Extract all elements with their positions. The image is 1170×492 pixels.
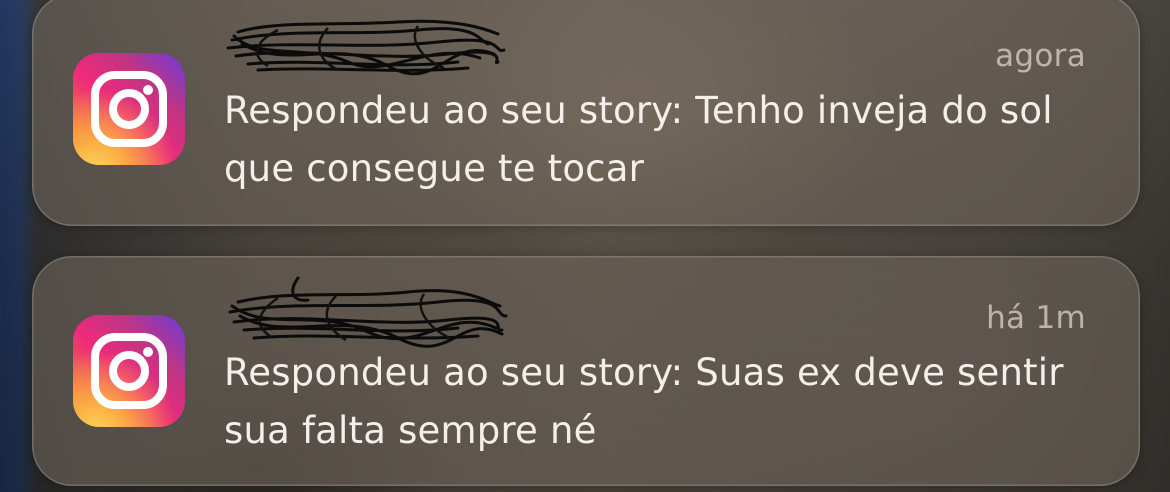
notification-timestamp: há 1m [986, 300, 1086, 336]
notification-card[interactable]: agora Respondeu ao seu story: Tenho inve… [32, 0, 1140, 226]
instagram-icon [73, 53, 185, 165]
notification-timestamp: agora [995, 38, 1086, 74]
notification-message: Respondeu ao seu story: Suas ex deve sen… [224, 351, 1064, 452]
sender-name-redacted [218, 10, 508, 80]
notification-message: Respondeu ao seu story: Tenho inveja do … [224, 89, 1053, 190]
notification-card[interactable]: há 1m Respondeu ao seu story: Suas ex de… [32, 256, 1140, 486]
instagram-icon [73, 315, 185, 427]
sender-name-redacted [218, 272, 508, 348]
